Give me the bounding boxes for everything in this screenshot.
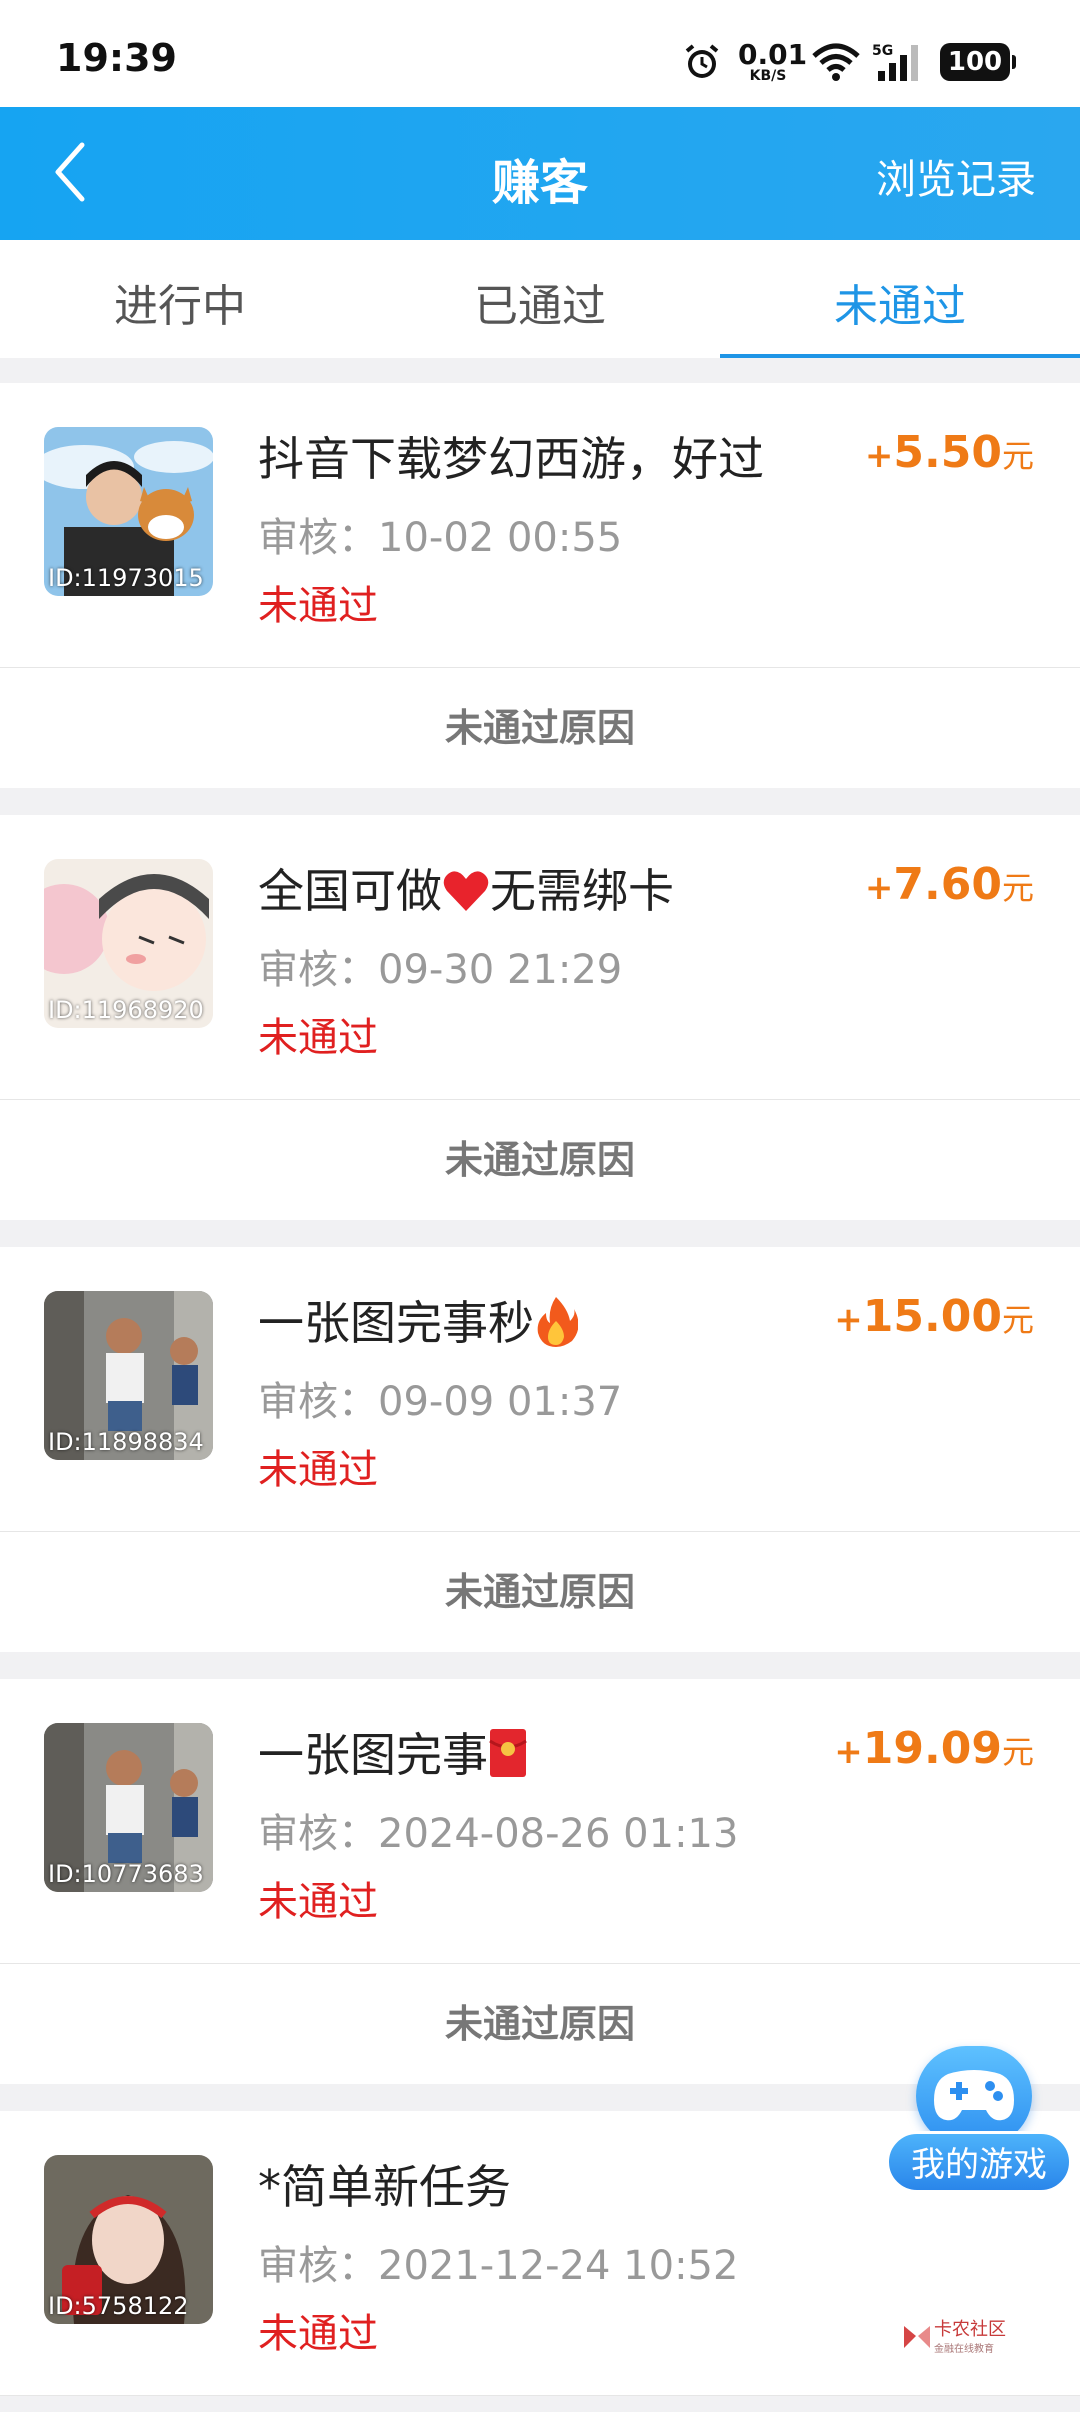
task-name: 一张图完事秒 [258, 1287, 578, 1353]
rejection-reason-button[interactable]: 未通过原因 [0, 1100, 1080, 1220]
task-thumbnail: ID:10773683 [44, 1723, 213, 1892]
task-id: ID:5758122 [48, 2292, 189, 2320]
kanong-logo-icon [904, 2326, 930, 2349]
task-reward: +7.60元 [864, 859, 1034, 910]
browse-history-link[interactable]: 浏览记录 [876, 147, 1036, 205]
kanong-watermark: 卡农社区 金融在线教育 [900, 2320, 1006, 2355]
review-time: 审核：2024-08-26 01:13 [258, 1811, 739, 1857]
task-card[interactable]: ID:10773683 一张图完事 +19.09元 审核：2024-08-26 … [0, 1679, 1080, 2084]
review-time: 审核：09-09 01:37 [258, 1379, 623, 1425]
status-text: 未通过 [258, 1447, 378, 1493]
task-card[interactable]: ID:11898834 一张图完事秒 +15.00元 审核：09-09 01:3… [0, 1247, 1080, 1652]
status-text: 未通过 [258, 1015, 378, 1061]
my-games-floating-button[interactable]: 我的游戏 [886, 2046, 1080, 2196]
tab-in-progress[interactable]: 进行中 [0, 240, 360, 358]
status-time: 19:39 [56, 36, 177, 80]
task-reward: +19.09元 [834, 1723, 1034, 1774]
task-id: ID:11898834 [48, 1428, 204, 1456]
tab-bar: 进行中 已通过 未通过 [0, 240, 1080, 358]
status-text: 未通过 [258, 583, 378, 629]
task-name: 全国可做 无需绑卡 [258, 864, 674, 918]
fire-emoji-icon [537, 1297, 578, 1347]
task-thumbnail: ID:11973015 [44, 427, 213, 596]
task-reward: +5.50元 [864, 427, 1034, 478]
red-envelope-emoji-icon [489, 1729, 527, 1777]
review-time: 审核：10-02 00:55 [258, 515, 623, 561]
task-thumbnail: ID:5758122 [44, 2155, 213, 2324]
task-name: 抖音下载梦幻西游，好过 [258, 432, 764, 486]
task-thumbnail: ID:11898834 [44, 1291, 213, 1460]
battery-indicator: 100 [940, 43, 1016, 81]
task-id: ID:11973015 [48, 564, 204, 592]
task-reward: +15.00元 [834, 1291, 1034, 1342]
task-name: *简单新任务 [258, 2160, 511, 2214]
review-time: 审核：09-30 21:29 [258, 947, 623, 993]
heart-emoji-icon [443, 871, 489, 911]
task-id: ID:10773683 [48, 1860, 204, 1888]
rejection-reason-button[interactable]: 未通过原因 [0, 668, 1080, 788]
task-thumbnail: ID:11968920 [44, 859, 213, 1028]
task-name: 一张图完事 [258, 1719, 528, 1785]
net-speed: 0.01 KB/S [738, 38, 808, 84]
tab-rejected[interactable]: 未通过 [720, 240, 1080, 358]
task-card[interactable]: ID:11968920 全国可做 无需绑卡 +7.60元 审核：09-30 21:… [0, 815, 1080, 1220]
svg-text:5G: 5G [872, 43, 893, 59]
status-text: 未通过 [258, 2311, 378, 2357]
wifi-icon [812, 43, 860, 81]
rejection-reason-button[interactable]: 未通过原因 [0, 1532, 1080, 1652]
task-card[interactable]: ID:11973015 抖音下载梦幻西游，好过 +5.50元 审核：10-02 … [0, 383, 1080, 788]
app-header: 赚客 浏览记录 [0, 107, 1080, 240]
status-text: 未通过 [258, 1879, 378, 1925]
status-bar: 19:39 0.01 KB/S 5G 100 [0, 0, 1080, 107]
alarm-icon [685, 44, 719, 78]
my-games-label: 我的游戏 [886, 2131, 1072, 2193]
tab-approved[interactable]: 已通过 [360, 240, 720, 358]
task-id: ID:11968920 [48, 996, 204, 1024]
cellular-5g-icon: 5G [872, 43, 918, 81]
review-time: 审核：2021-12-24 10:52 [258, 2243, 739, 2289]
